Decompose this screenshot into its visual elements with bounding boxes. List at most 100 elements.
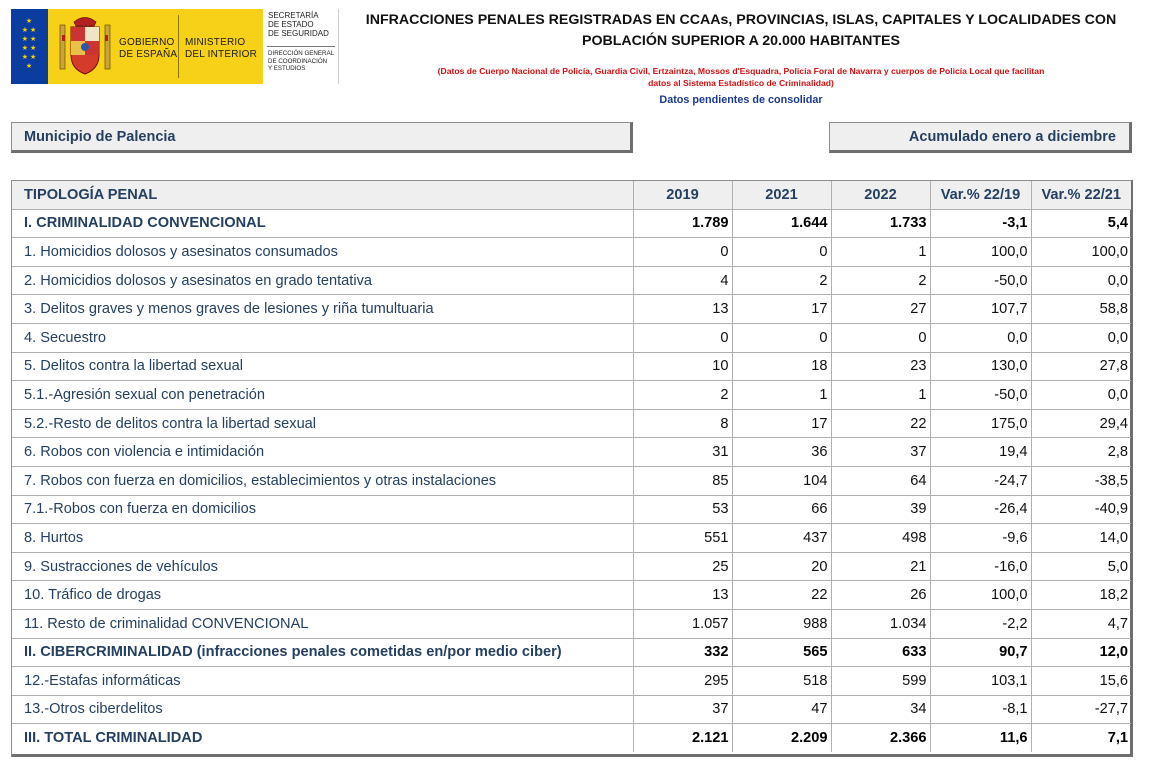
row-value-v2019: 85 (632, 465, 733, 496)
row-value-var1: -8,1 (929, 694, 1032, 725)
table-row: 13.-Otros ciberdelitos 37 47 34 -8,1 -27,7 (12, 694, 1131, 725)
table-row: 7.1.-Robos con fuerza en domicilios 53 66 3… (12, 494, 1131, 525)
row-value-v2021: 17 (731, 294, 832, 324)
row-value-v2021: 17 (731, 408, 832, 439)
row-label: 2. Homicidios dolosos y asesinatos en gr… (12, 265, 634, 296)
row-value-var1: 175,0 (929, 408, 1032, 439)
header-2019: 2019 (632, 181, 733, 210)
period-box: Acumulado enero a diciembre (829, 122, 1132, 153)
row-value-var1: 100,0 (929, 237, 1032, 267)
table-row: 3. Delitos graves y menos graves de lesi… (12, 294, 1131, 324)
page-title: INFRACCIONES PENALES REGISTRADAS EN CCAA… (365, 12, 1117, 49)
row-label: 7. Robos con fuerza en domicilios, estab… (12, 465, 634, 496)
row-label: 7.1.-Robos con fuerza en domicilios (12, 494, 634, 525)
row-label: 10. Tráfico de drogas (12, 580, 634, 610)
row-value-v2022: 599 (830, 666, 931, 696)
coat-of-arms-icon (59, 17, 111, 75)
table-row: 5.1.-Agresión sexual con penetración 2 1 1-… (12, 380, 1131, 410)
row-label: 5.1.-Agresión sexual con penetración (12, 380, 634, 410)
table-row: 5. Delitos contra la libertad sexual 10 18… (12, 351, 1131, 382)
row-value-var1: 107,7 (929, 294, 1032, 324)
row-value-v2022: 1 (830, 380, 931, 410)
row-label: 5. Delitos contra la libertad sexual (12, 351, 634, 382)
row-value-v2022: 39 (830, 494, 931, 525)
row-value-v2022: 23 (830, 351, 931, 382)
row-value-v2022: 1 (830, 237, 931, 267)
row-value-v2021: 0 (731, 322, 832, 353)
row-value-v2021: 104 (731, 465, 832, 496)
row-value-v2021: 18 (731, 351, 832, 382)
table-row: 8. Hurtos 551 437 498 -9,6 14,0 (12, 523, 1131, 553)
row-value-var1: 103,1 (929, 666, 1032, 696)
row-value-v2019: 13 (632, 580, 733, 610)
row-value-v2021: 66 (731, 494, 832, 525)
row-value-v2021: 20 (731, 551, 832, 582)
row-value-var2: -27,7 (1030, 694, 1131, 725)
row-value-var2: 12,0 (1030, 637, 1131, 668)
row-value-v2021: 0 (731, 237, 832, 267)
row-value-v2022: 2.366 (830, 723, 931, 752)
row-value-var2: 18,2 (1030, 580, 1131, 610)
row-value-v2021: 565 (731, 637, 832, 668)
table-row: III. TOTAL CRIMINALIDAD 2.121 2.209 2.366 11… (12, 723, 1131, 752)
row-value-var2: -38,5 (1030, 465, 1131, 496)
table-row: 7. Robos con fuerza en domicilios, estab… (12, 465, 1131, 496)
row-label: 9. Sustracciones de vehículos (12, 551, 634, 582)
row-label: 3. Delitos graves y menos graves de lesi… (12, 294, 634, 324)
row-value-var1: 11,6 (929, 723, 1032, 752)
row-value-v2021: 1 (731, 380, 832, 410)
table-row: 9. Sustracciones de vehículos 25 20 21 -16,0… (12, 551, 1131, 582)
row-value-v2019: 4 (632, 265, 733, 296)
ministerio-interior-text: MINISTERIO DEL INTERIOR (185, 37, 258, 60)
row-value-v2022: 22 (830, 408, 931, 439)
header-2022: 2022 (830, 181, 931, 210)
row-value-var2: 0,0 (1030, 322, 1131, 353)
row-label: 13.-Otros ciberdelitos (12, 694, 634, 725)
row-value-v2019: 551 (632, 523, 733, 553)
table-row: I. CRIMINALIDAD CONVENCIONAL 1.789 1.644 1.… (12, 208, 1131, 239)
row-value-var1: -9,6 (929, 523, 1032, 553)
row-label: 8. Hurtos (12, 523, 634, 553)
row-value-var1: -3,1 (929, 208, 1032, 239)
row-value-var2: 5,4 (1030, 208, 1131, 239)
row-value-v2022: 0 (830, 322, 931, 353)
row-value-var2: -40,9 (1030, 494, 1131, 525)
row-value-var2: 5,0 (1030, 551, 1131, 582)
row-value-v2022: 1.733 (830, 208, 931, 239)
row-value-v2021: 437 (731, 523, 832, 553)
row-value-var1: -2,2 (929, 608, 1032, 639)
row-value-var1: -26,4 (929, 494, 1032, 525)
row-value-v2021: 1.644 (731, 208, 832, 239)
row-value-v2021: 2 (731, 265, 832, 296)
row-value-var2: 29,4 (1030, 408, 1131, 439)
row-value-v2022: 64 (830, 465, 931, 496)
row-value-var2: 4,7 (1030, 608, 1131, 639)
row-value-v2021: 47 (731, 694, 832, 725)
row-value-var1: -16,0 (929, 551, 1032, 582)
row-label: I. CRIMINALIDAD CONVENCIONAL (12, 208, 634, 239)
row-label: II. CIBERCRIMINALIDAD (infracciones pena… (12, 637, 634, 668)
row-value-v2019: 1.057 (632, 608, 733, 639)
row-value-v2021: 36 (731, 437, 832, 467)
row-value-v2021: 2.209 (731, 723, 832, 752)
row-value-var2: 0,0 (1030, 380, 1131, 410)
row-value-v2019: 31 (632, 437, 733, 467)
government-logo: ★ ★ ★ ★ ★ ★ ★ ★ ★ ★ GOBIERNO DE ESPAÑA MINIST… (11, 9, 339, 84)
row-value-var2: 2,8 (1030, 437, 1131, 467)
row-label: 6. Robos con violencia e intimidación (12, 437, 634, 467)
row-value-v2022: 37 (830, 437, 931, 467)
row-value-v2019: 2 (632, 380, 733, 410)
table-row: 5.2.-Resto de delitos contra la libertad… (12, 408, 1131, 439)
row-value-var1: 19,4 (929, 437, 1032, 467)
row-value-v2021: 22 (731, 580, 832, 610)
row-value-var2: 58,8 (1030, 294, 1131, 324)
row-value-v2021: 518 (731, 666, 832, 696)
header-var-22-19: Var.% 22/19 (929, 181, 1032, 210)
row-value-v2019: 53 (632, 494, 733, 525)
row-value-var1: -50,0 (929, 265, 1032, 296)
table-row: 10. Tráfico de drogas 13 22 26 100,0 18,2 (12, 580, 1131, 610)
row-value-var1: 90,7 (929, 637, 1032, 668)
pending-data-note: Datos pendientes de consolidar (659, 94, 823, 106)
row-value-var2: 7,1 (1030, 723, 1131, 752)
header-var-22-21: Var.% 22/21 (1030, 181, 1131, 210)
